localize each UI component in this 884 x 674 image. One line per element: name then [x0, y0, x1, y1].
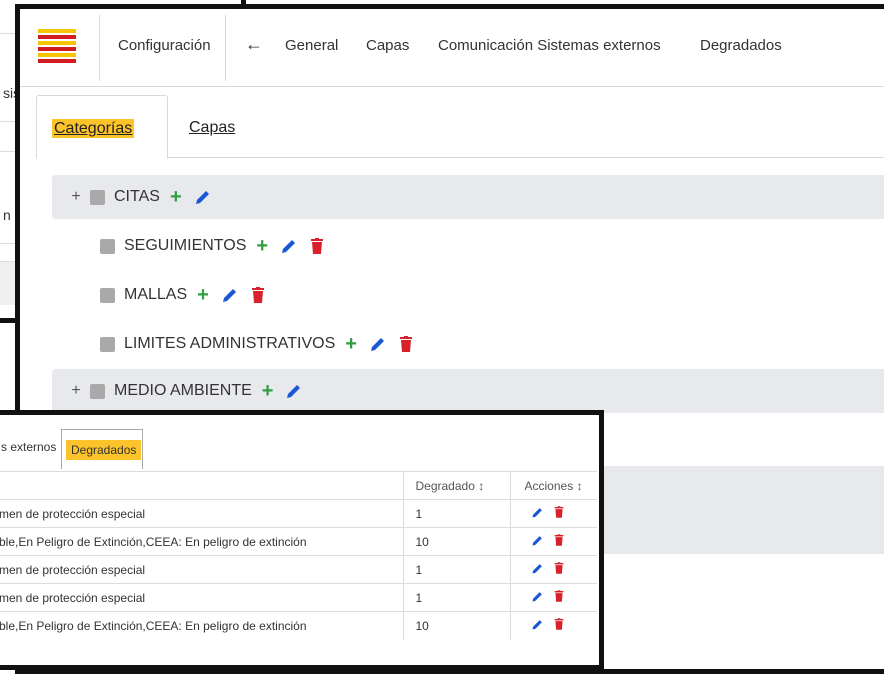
column-header-degradado[interactable]: Degradado ↕: [402, 471, 510, 500]
row-actions: [509, 555, 597, 584]
top-navigation-bar: Configuración ← General Capas Comunicaci…: [20, 9, 884, 87]
divider: [99, 15, 100, 81]
tab-capas[interactable]: Capas: [189, 119, 235, 137]
category-row-seguimientos: SEGUIMIENTOS +: [52, 224, 884, 268]
tab-degradados-label: Degradados: [66, 440, 142, 460]
pencil-icon[interactable]: [531, 562, 544, 575]
table-row: ble,En Peligro de Extinción,CEEA: En pel…: [0, 611, 597, 640]
row-degradado-value: 10: [402, 611, 510, 640]
pencil-icon[interactable]: [280, 237, 298, 255]
nav-degradados[interactable]: Degradados: [700, 37, 782, 54]
row-description: ble,En Peligro de Extinción,CEEA: En pel…: [0, 527, 403, 556]
color-swatch: [90, 189, 105, 205]
plus-icon[interactable]: +: [345, 334, 357, 354]
pencil-icon[interactable]: [531, 618, 544, 631]
nav-comunicacion-sistemas-externos[interactable]: Comunicación Sistemas externos: [438, 37, 661, 54]
color-swatch: [100, 287, 115, 303]
aragon-flag-logo: [38, 29, 76, 63]
config-title[interactable]: Configuración: [118, 37, 211, 54]
nav-capas[interactable]: Capas: [366, 37, 409, 54]
tab-sistemas-externos[interactable]: s externos: [1, 440, 56, 454]
color-swatch: [90, 383, 105, 399]
row-actions: [509, 499, 597, 528]
category-label: LIMITES ADMINISTRATIVOS: [124, 335, 336, 352]
plus-icon[interactable]: +: [170, 187, 182, 207]
row-degradado-value: 1: [402, 583, 510, 612]
category-row-mallas: MALLAS +: [52, 273, 884, 317]
tab-degradados[interactable]: Degradados: [61, 429, 143, 469]
trash-icon[interactable]: [554, 534, 564, 546]
row-description: men de protección especial: [0, 555, 403, 584]
category-label: MALLAS: [124, 286, 188, 303]
category-label: CITAS: [114, 188, 160, 205]
trash-icon[interactable]: [251, 287, 265, 303]
sort-icon[interactable]: ↕: [577, 479, 583, 493]
row-description: men de protección especial: [0, 499, 403, 528]
degradados-window: s externos Degradados Degradado ↕ Accion…: [0, 410, 604, 670]
table-header-row: Degradado ↕ Acciones ↕: [0, 471, 597, 500]
trash-icon[interactable]: [554, 562, 564, 574]
row-actions: [509, 611, 597, 640]
arrow-left-icon[interactable]: ←: [245, 34, 263, 55]
divider: [225, 15, 226, 81]
category-label: MEDIO AMBIENTE: [114, 382, 252, 399]
row-description: ble,En Peligro de Extinción,CEEA: En pel…: [0, 611, 403, 640]
pencil-icon[interactable]: [531, 590, 544, 603]
tab-categorias[interactable]: Categorías: [36, 95, 168, 159]
degradados-table: Degradado ↕ Acciones ↕ men de protección…: [0, 471, 597, 640]
table-row: ble,En Peligro de Extinción,CEEA: En pel…: [0, 527, 597, 556]
expand-plus-icon[interactable]: +: [62, 188, 90, 206]
trash-icon[interactable]: [554, 590, 564, 602]
trash-icon[interactable]: [399, 336, 413, 352]
plus-icon[interactable]: +: [262, 381, 274, 401]
table-row: men de protección especial 1: [0, 555, 597, 584]
category-row-limites-administrativos: LIMITES ADMINISTRATIVOS +: [52, 322, 884, 366]
pencil-icon[interactable]: [221, 286, 239, 304]
category-label: SEGUIMIENTOS: [124, 237, 247, 254]
category-row-medio-ambiente: + MEDIO AMBIENTE +: [52, 369, 884, 413]
plus-icon[interactable]: +: [256, 236, 268, 256]
trash-icon[interactable]: [554, 618, 564, 630]
expand-plus-icon[interactable]: +: [62, 382, 90, 400]
subtabs: Categorías Capas: [36, 95, 884, 159]
row-actions: [509, 583, 597, 612]
trash-icon[interactable]: [554, 506, 564, 518]
color-swatch: [100, 238, 115, 254]
table-row: men de protección especial 1: [0, 583, 597, 612]
color-swatch: [100, 336, 115, 352]
table-row: men de protección especial 1: [0, 499, 597, 528]
column-header-description: [0, 471, 403, 500]
pencil-icon[interactable]: [369, 335, 387, 353]
tab-categorias-label: Categorías: [52, 119, 135, 138]
row-degradado-value: 1: [402, 499, 510, 528]
trash-icon[interactable]: [310, 238, 324, 254]
pencil-icon[interactable]: [531, 534, 544, 547]
row-degradado-value: 1: [402, 555, 510, 584]
pencil-icon[interactable]: [531, 506, 544, 519]
row-degradado-value: 10: [402, 527, 510, 556]
row-description: men de protección especial: [0, 583, 403, 612]
category-row-citas: + CITAS +: [52, 175, 884, 219]
pencil-icon[interactable]: [285, 382, 303, 400]
sort-icon[interactable]: ↕: [478, 479, 484, 493]
column-header-acciones[interactable]: Acciones ↕: [509, 471, 597, 500]
nav-general[interactable]: General: [285, 37, 338, 54]
pencil-icon[interactable]: [194, 188, 212, 206]
plus-icon[interactable]: +: [197, 285, 209, 305]
row-actions: [509, 527, 597, 556]
